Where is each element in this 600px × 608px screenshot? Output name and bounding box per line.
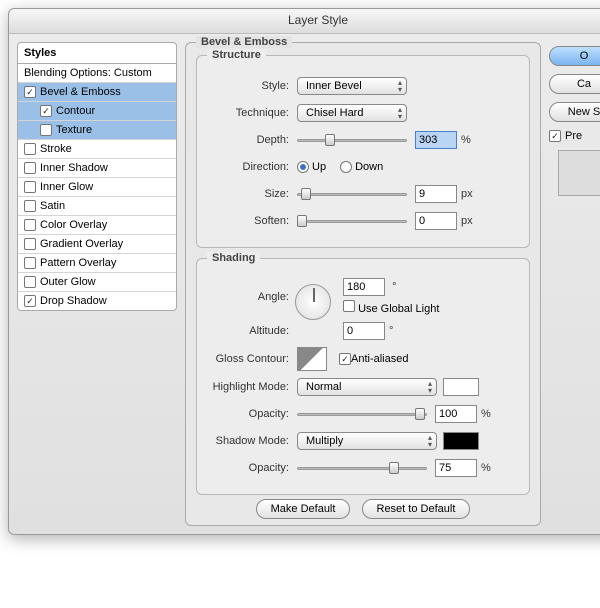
blending-options-row[interactable]: Blending Options: Custom (18, 64, 176, 83)
checkbox-icon[interactable] (24, 295, 36, 307)
shadow-mode-select[interactable]: Multiply▴▾ (297, 432, 437, 450)
depth-input[interactable] (415, 131, 457, 149)
direction-label: Direction: (207, 161, 297, 173)
sidebar-item-gradient-overlay[interactable]: Gradient Overlay (18, 235, 176, 254)
angle-dial[interactable] (295, 284, 331, 320)
reset-default-button[interactable]: Reset to Default (362, 499, 471, 519)
cancel-button[interactable]: Ca (549, 74, 600, 94)
angle-input[interactable] (343, 278, 385, 296)
checkbox-icon[interactable] (24, 219, 36, 231)
preview-checkbox[interactable] (549, 130, 561, 142)
soften-input[interactable] (415, 212, 457, 230)
structure-group: Structure Style: Inner Bevel▴▾ Technique… (196, 55, 530, 248)
technique-label: Technique: (207, 107, 297, 119)
gloss-contour-label: Gloss Contour: (207, 353, 297, 365)
depth-slider[interactable] (297, 133, 407, 147)
style-label: Style: (207, 80, 297, 92)
window-title: Layer Style (9, 9, 600, 34)
new-style-button[interactable]: New S (549, 102, 600, 122)
sidebar-item-bevel-emboss[interactable]: Bevel & Emboss (18, 83, 176, 102)
checkbox-icon[interactable] (40, 105, 52, 117)
style-select[interactable]: Inner Bevel▴▾ (297, 77, 407, 95)
checkbox-icon[interactable] (24, 257, 36, 269)
depth-label: Depth: (207, 134, 297, 146)
checkbox-icon[interactable] (24, 276, 36, 288)
altitude-label: Altitude: (207, 325, 297, 337)
sidebar-item-satin[interactable]: Satin (18, 197, 176, 216)
technique-select[interactable]: Chisel Hard▴▾ (297, 104, 407, 122)
soften-label: Soften: (207, 215, 297, 227)
right-column: O Ca New S Pre (549, 42, 600, 526)
direction-down-radio[interactable] (340, 161, 352, 173)
highlight-opacity-slider[interactable] (297, 407, 427, 421)
shading-legend: Shading (207, 252, 260, 264)
highlight-mode-select[interactable]: Normal▴▾ (297, 378, 437, 396)
shadow-opacity-label: Opacity: (207, 462, 297, 474)
sidebar-item-pattern-overlay[interactable]: Pattern Overlay (18, 254, 176, 273)
sidebar-item-outer-glow[interactable]: Outer Glow (18, 273, 176, 292)
gloss-contour-picker[interactable] (297, 347, 327, 371)
checkbox-icon[interactable] (24, 143, 36, 155)
size-input[interactable] (415, 185, 457, 203)
bevel-emboss-panel: Bevel & Emboss Structure Style: Inner Be… (185, 42, 541, 526)
chevron-updown-icon: ▴▾ (398, 106, 402, 120)
checkbox-icon[interactable] (24, 162, 36, 174)
soften-slider[interactable] (297, 214, 407, 228)
highlight-mode-label: Highlight Mode: (207, 381, 297, 393)
checkbox-icon[interactable] (24, 181, 36, 193)
checkbox-icon[interactable] (24, 238, 36, 250)
angle-label: Angle: (207, 291, 297, 303)
altitude-input[interactable] (343, 322, 385, 340)
highlight-color-swatch[interactable] (443, 378, 479, 396)
preview-thumbnail (558, 150, 600, 196)
highlight-opacity-label: Opacity: (207, 408, 297, 420)
sidebar-item-color-overlay[interactable]: Color Overlay (18, 216, 176, 235)
sidebar-item-texture[interactable]: Texture (18, 121, 176, 140)
size-slider[interactable] (297, 187, 407, 201)
global-light-checkbox[interactable] (343, 300, 355, 312)
sidebar-item-inner-glow[interactable]: Inner Glow (18, 178, 176, 197)
styles-header[interactable]: Styles (17, 42, 177, 64)
make-default-button[interactable]: Make Default (256, 499, 351, 519)
antialiased-checkbox[interactable] (339, 353, 351, 365)
direction-up-radio[interactable] (297, 161, 309, 173)
chevron-updown-icon: ▴▾ (428, 380, 432, 394)
panel-title: Bevel & Emboss (196, 36, 292, 48)
sidebar-item-contour[interactable]: Contour (18, 102, 176, 121)
size-label: Size: (207, 188, 297, 200)
structure-legend: Structure (207, 49, 266, 61)
shading-group: Shading Angle: ° Use Global Light Altitu… (196, 258, 530, 495)
soften-unit: px (461, 215, 473, 227)
chevron-updown-icon: ▴▾ (398, 79, 402, 93)
sidebar-item-inner-shadow[interactable]: Inner Shadow (18, 159, 176, 178)
styles-sidebar: Styles Blending Options: Custom Bevel & … (17, 42, 177, 526)
sidebar-item-stroke[interactable]: Stroke (18, 140, 176, 159)
shadow-mode-label: Shadow Mode: (207, 435, 297, 447)
shadow-color-swatch[interactable] (443, 432, 479, 450)
checkbox-icon[interactable] (24, 86, 36, 98)
depth-unit: % (461, 134, 471, 146)
sidebar-item-drop-shadow[interactable]: Drop Shadow (18, 292, 176, 310)
size-unit: px (461, 188, 473, 200)
shadow-opacity-input[interactable] (435, 459, 477, 477)
ok-button[interactable]: O (549, 46, 600, 66)
shadow-opacity-slider[interactable] (297, 461, 427, 475)
checkbox-icon[interactable] (24, 200, 36, 212)
chevron-updown-icon: ▴▾ (428, 434, 432, 448)
checkbox-icon[interactable] (40, 124, 52, 136)
highlight-opacity-input[interactable] (435, 405, 477, 423)
